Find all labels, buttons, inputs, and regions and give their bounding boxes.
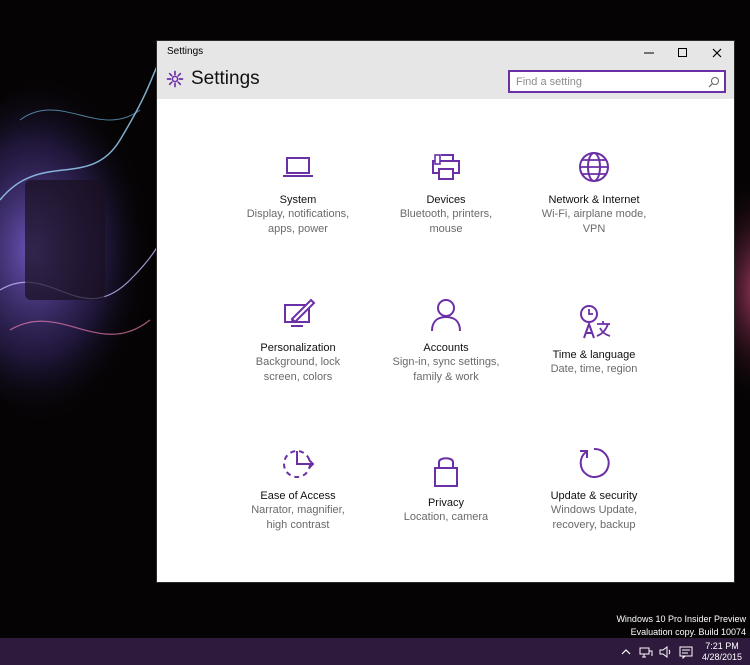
tile-description: Narrator, magnifier, xyxy=(251,504,345,516)
desktop-watermark: Windows 10 Pro Insider Preview Evaluatio… xyxy=(616,613,746,639)
tile-description: Date, time, region xyxy=(550,363,638,375)
taskbar-clock[interactable]: 7:21 PM 4/28/2015 xyxy=(702,641,742,663)
tile-description: mouse xyxy=(429,223,463,235)
tile-description: high contrast xyxy=(266,519,330,531)
minimize-icon xyxy=(644,52,654,53)
tile-description: Location, camera xyxy=(403,511,489,523)
tile-label: Network & Internet xyxy=(548,194,640,206)
maximize-icon xyxy=(678,47,687,57)
tile-label: Devices xyxy=(426,194,466,206)
chevron-up-icon[interactable] xyxy=(619,645,633,659)
ease-of-access-icon xyxy=(283,450,315,478)
tile-accounts[interactable]: Accounts Sign-in, sync settings, family … xyxy=(371,295,521,385)
search-input[interactable]: Find a setting xyxy=(508,70,726,93)
tile-network-internet[interactable]: Network & Internet Wi-Fi, airplane mode,… xyxy=(519,147,669,237)
tile-description: family & work xyxy=(413,371,479,383)
tile-description: Display, notifications, xyxy=(246,208,350,220)
tile-label: Personalization xyxy=(260,342,336,354)
tile-privacy[interactable]: Privacy Location, camera xyxy=(371,450,521,525)
close-icon xyxy=(712,48,722,57)
tile-label: Ease of Access xyxy=(260,490,336,502)
tile-devices[interactable]: Devices Bluetooth, printers, mouse xyxy=(371,147,521,237)
search-placeholder: Find a setting xyxy=(516,76,583,88)
refresh-icon xyxy=(579,447,610,478)
globe-icon xyxy=(579,152,609,182)
tile-description: Windows Update, xyxy=(550,504,638,516)
window-titlebar[interactable]: Settings xyxy=(157,41,734,64)
laptop-icon xyxy=(283,157,313,177)
tile-update-security[interactable]: Update & security Windows Update, recove… xyxy=(519,443,669,533)
system-tray: 7:21 PM 4/28/2015 xyxy=(616,638,750,665)
tile-description: Sign-in, sync settings, xyxy=(392,356,500,368)
minimize-button[interactable] xyxy=(632,41,666,64)
gear-icon xyxy=(166,70,184,88)
action-center-icon[interactable] xyxy=(679,645,693,659)
tile-description: recovery, backup xyxy=(552,519,636,531)
tile-description: Background, lock xyxy=(255,356,341,368)
network-icon[interactable] xyxy=(639,645,653,659)
tile-label: Time & language xyxy=(552,349,636,361)
printer-icon xyxy=(432,154,460,180)
tile-label: System xyxy=(279,194,317,206)
settings-window: Settings Settings Find a setting System … xyxy=(157,41,734,582)
watermark-edition: Windows 10 Pro Insider Preview xyxy=(616,614,746,624)
maximize-button[interactable] xyxy=(666,41,700,64)
tile-label: Update & security xyxy=(550,490,638,502)
tile-label: Accounts xyxy=(423,342,469,354)
paint-icon xyxy=(284,298,316,327)
tile-description: apps, power xyxy=(268,223,328,235)
taskbar: 7:21 PM 4/28/2015 xyxy=(0,638,750,665)
tile-description: VPN xyxy=(582,223,606,235)
window-title: Settings xyxy=(167,46,204,57)
lock-icon xyxy=(434,457,458,487)
search-icon[interactable] xyxy=(708,76,720,88)
volume-icon[interactable] xyxy=(659,645,673,659)
tile-personalization[interactable]: Personalization Background, lock screen,… xyxy=(223,295,373,385)
clock-date: 4/28/2015 xyxy=(701,651,742,662)
settings-categories: System Display, notifications, apps, pow… xyxy=(157,99,734,582)
tile-label: Privacy xyxy=(427,497,465,509)
settings-header: Settings Find a setting xyxy=(157,64,734,99)
person-icon xyxy=(431,299,461,332)
tile-description: Bluetooth, printers, xyxy=(399,208,493,220)
page-title: Settings xyxy=(191,68,260,89)
clock-language-icon xyxy=(580,305,611,339)
close-button[interactable] xyxy=(700,41,734,64)
tile-ease-of-access[interactable]: Ease of Access Narrator, magnifier, high… xyxy=(223,443,373,533)
tile-description: Wi-Fi, airplane mode, xyxy=(541,208,647,220)
tile-time-language[interactable]: Time & language Date, time, region xyxy=(519,302,669,377)
tile-description: screen, colors xyxy=(263,371,333,383)
tile-system[interactable]: System Display, notifications, apps, pow… xyxy=(223,147,373,237)
clock-time: 7:21 PM xyxy=(705,640,739,651)
